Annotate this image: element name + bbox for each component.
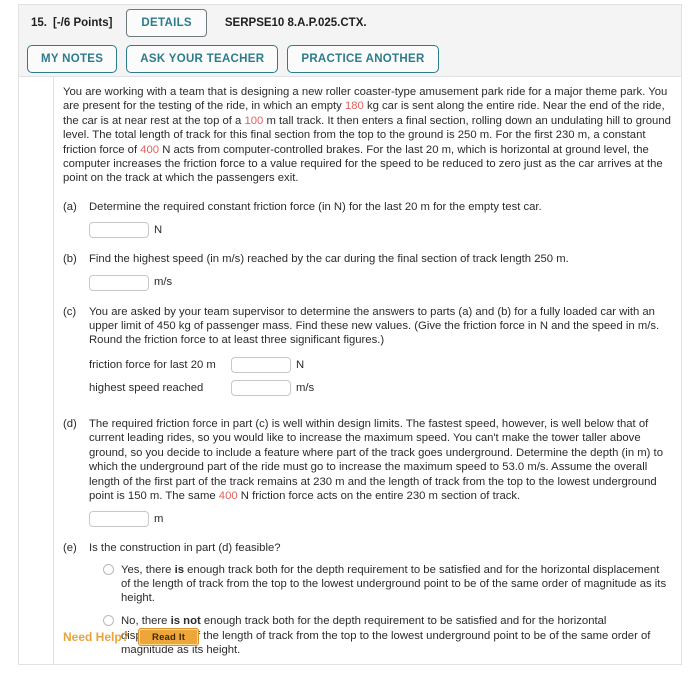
header-action-row: MY NOTES ASK YOUR TEACHER PRACTICE ANOTH… [19,41,681,77]
friction-force-unit: N [296,358,305,371]
ask-your-teacher-button[interactable]: ASK YOUR TEACHER [126,45,279,73]
my-notes-button[interactable]: MY NOTES [27,45,118,73]
part-d-unit: m [154,513,164,526]
question-content: You are working with a team that is desi… [63,85,671,666]
radio-circle-icon[interactable] [103,615,114,627]
part-a-answer-row: N [89,222,681,239]
part-e: (e) Is the construction in part (d) feas… [63,541,681,666]
part-c-fields: friction force for last 20 m N highest s… [89,356,681,396]
question-body-panel: You are working with a team that is desi… [18,76,682,665]
option-yes-bold: is [174,563,185,576]
part-b-unit: m/s [154,276,173,289]
part-d: (d) The required friction force in part … [63,417,681,528]
friction-force-input[interactable] [231,356,291,373]
part-b-label: (b) [63,253,77,266]
details-button[interactable]: DETAILS [126,9,207,37]
header-top-row: 15. [-/6 Points] DETAILS SERPSE10 8.A.P.… [19,5,681,41]
intro-value-mass: 180 [344,100,364,113]
part-a-text: Determine the required constant friction… [89,200,542,213]
option-no-post: enough track both for the depth requirem… [121,615,651,656]
option-no-pre: No, there [121,615,171,628]
part-c-label: (c) [63,305,77,318]
part-c-field-friction: friction force for last 20 m N [89,356,681,373]
part-c-body: You are asked by your team supervisor to… [89,305,681,403]
part-a-body: Determine the required constant friction… [89,200,681,239]
option-yes-pre: Yes, there [121,563,175,576]
radio-option-no-label: No, there is not enough track both for t… [121,614,669,657]
part-e-body: Is the construction in part (d) feasible… [89,541,681,666]
highest-speed-input[interactable] [231,379,291,396]
part-a-unit: N [154,224,163,237]
option-yes-post: enough track both for the depth requirem… [121,563,667,605]
part-a-label: (a) [63,200,77,213]
part-e-text: Is the construction in part (d) feasible… [89,542,281,555]
practice-another-button[interactable]: PRACTICE ANOTHER [287,45,439,73]
highest-speed-label: highest speed reached [89,381,204,394]
part-c-text: You are asked by your team supervisor to… [89,305,660,347]
part-d-answer-row: m [89,511,681,528]
highest-speed-unit: m/s [296,381,315,394]
radio-option-yes[interactable]: Yes, there is enough track both for the … [103,563,681,606]
option-no-bold: is not [170,615,201,628]
part-a-input[interactable] [89,222,149,239]
part-d-value-friction: 400 [218,489,238,502]
need-help-label: Need Help? [63,630,130,644]
part-d-body: The required friction force in part (c) … [89,417,681,528]
part-b-answer-row: m/s [89,274,681,291]
radio-option-yes-label: Yes, there is enough track both for the … [121,563,669,606]
question-number: 15. [31,17,47,29]
part-c-field-speed: highest speed reached m/s [89,379,681,396]
part-b-body: Find the highest speed (in m/s) reached … [89,252,681,291]
part-d-text-2: N friction force acts on the entire 230 … [237,489,521,502]
friction-force-label: friction force for last 20 m [89,358,216,371]
question-points: [-/6 Points] [53,17,113,29]
exercise-page: 15. [-/6 Points] DETAILS SERPSE10 8.A.P.… [0,0,700,678]
need-help-section: Need Help? Read It [63,628,200,646]
gutter-divider [53,77,54,664]
part-b: (b) Find the highest speed (in m/s) reac… [63,252,681,291]
part-e-label: (e) [63,542,77,555]
intro-value-height: 100 [244,114,264,127]
question-header-panel: 15. [-/6 Points] DETAILS SERPSE10 8.A.P.… [18,4,682,76]
part-d-text: The required friction force in part (c) … [89,417,681,503]
part-b-input[interactable] [89,274,149,291]
problem-code: SERPSE10 8.A.P.025.CTX. [224,17,367,29]
problem-statement: You are working with a team that is desi… [63,85,681,186]
part-a: (a) Determine the required constant fric… [63,200,681,239]
part-b-text: Find the highest speed (in m/s) reached … [89,253,569,266]
part-d-label: (d) [63,417,77,430]
part-c: (c) You are asked by your team superviso… [63,305,681,403]
part-d-input[interactable] [89,511,149,528]
radio-circle-icon[interactable] [103,563,114,575]
read-it-button[interactable]: Read It [138,628,200,646]
intro-value-friction: 400 [140,143,160,156]
